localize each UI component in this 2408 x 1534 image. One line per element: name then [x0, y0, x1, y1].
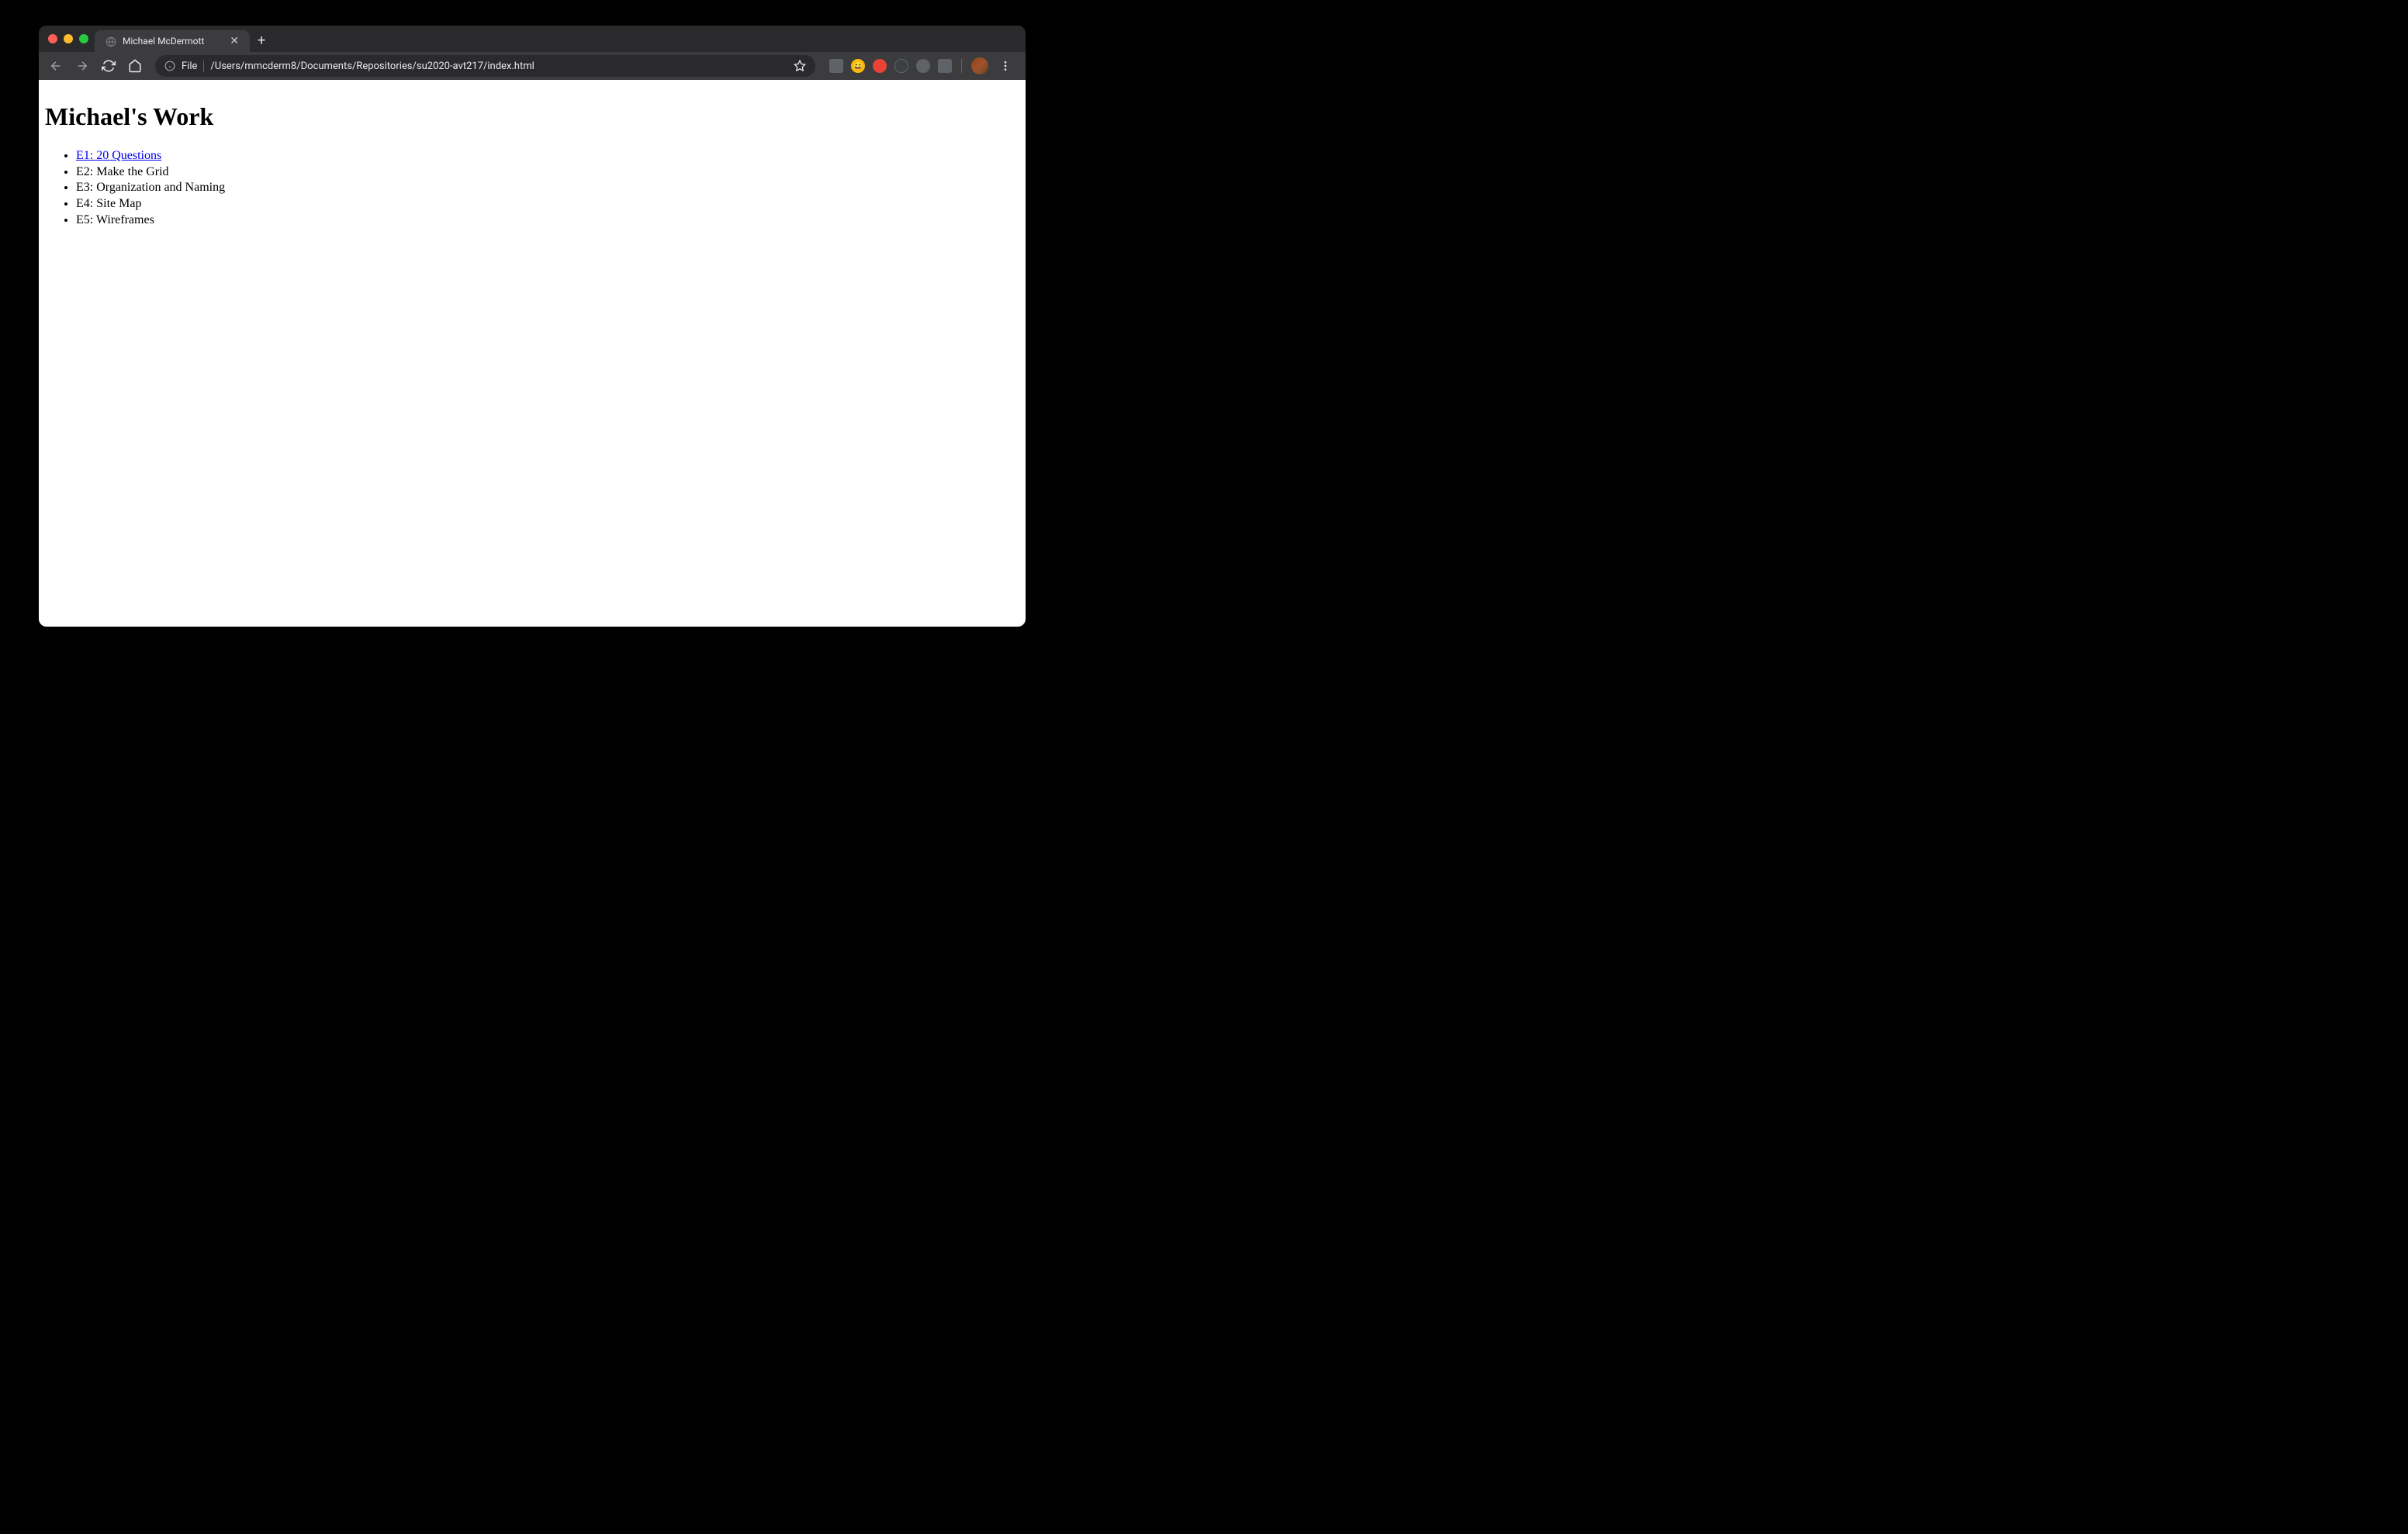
extensions-area: 😄	[825, 57, 1019, 74]
list-item: E1: 20 Questions	[76, 148, 1019, 164]
extension-icon[interactable]	[916, 59, 930, 73]
extension-icon[interactable]	[938, 59, 952, 73]
url-scheme: File	[182, 60, 204, 72]
exercise-link[interactable]: E1: 20 Questions	[76, 149, 161, 162]
page-content: Michael's Work E1: 20 Questions E2: Make …	[39, 80, 1026, 627]
kebab-menu-icon	[999, 60, 1012, 72]
list-item: E4: Site Map	[76, 196, 1019, 212]
list-item: E2: Make the Grid	[76, 164, 1019, 181]
toolbar: File /Users/mmcderm8/Documents/Repositor…	[39, 52, 1026, 80]
arrow-right-icon	[75, 59, 89, 73]
bookmark-button[interactable]	[794, 60, 806, 72]
home-button[interactable]	[124, 55, 146, 77]
forward-button[interactable]	[71, 55, 93, 77]
extension-icon[interactable]	[829, 59, 843, 73]
close-window-button[interactable]	[48, 34, 57, 43]
extension-icon[interactable]	[873, 59, 887, 73]
arrow-left-icon	[49, 59, 63, 73]
url-path: /Users/mmcderm8/Documents/Repositories/s…	[210, 60, 787, 72]
maximize-window-button[interactable]	[79, 34, 88, 43]
tab-title: Michael McDermott	[123, 36, 223, 47]
home-icon	[128, 59, 142, 73]
close-tab-button[interactable]: ✕	[230, 36, 239, 47]
minimize-window-button[interactable]	[64, 34, 73, 43]
toolbar-divider	[961, 59, 962, 73]
back-button[interactable]	[45, 55, 67, 77]
window-controls	[48, 34, 88, 43]
address-bar[interactable]: File /Users/mmcderm8/Documents/Repositor…	[155, 55, 815, 77]
extension-icon[interactable]	[894, 59, 908, 73]
reload-icon	[102, 59, 116, 73]
profile-avatar[interactable]	[971, 57, 988, 74]
page-heading: Michael's Work	[45, 102, 1019, 131]
tab-strip: Michael McDermott ✕ +	[95, 26, 265, 52]
reload-button[interactable]	[98, 55, 119, 77]
star-icon	[794, 60, 806, 72]
globe-icon	[106, 36, 116, 47]
site-info-icon[interactable]	[164, 60, 175, 71]
list-item: E3: Organization and Naming	[76, 180, 1019, 196]
browser-menu-button[interactable]	[996, 60, 1015, 72]
new-tab-button[interactable]: +	[258, 29, 265, 52]
extension-icon[interactable]: 😄	[851, 59, 865, 73]
list-item: E5: Wireframes	[76, 212, 1019, 229]
browser-tab[interactable]: Michael McDermott ✕	[95, 30, 250, 52]
exercise-list: E1: 20 Questions E2: Make the GridE3: Org…	[45, 148, 1019, 229]
titlebar: Michael McDermott ✕ +	[39, 26, 1026, 52]
browser-window: Michael McDermott ✕ + File /Users/mmcder…	[39, 26, 1026, 627]
